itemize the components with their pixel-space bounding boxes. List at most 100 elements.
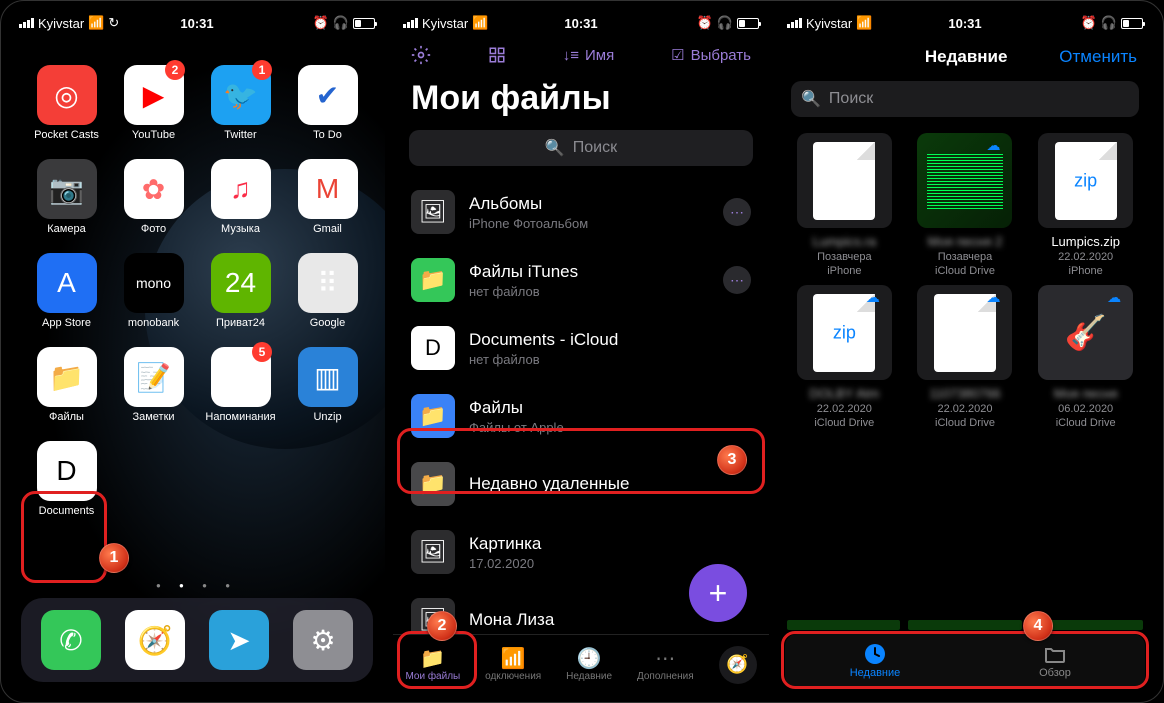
file-thumbnail: zip☁ <box>797 285 892 380</box>
app-напоминания[interactable]: ☰5Напоминания <box>203 347 278 423</box>
app-twitter[interactable]: 🐦1Twitter <box>203 65 278 141</box>
file-item-4[interactable]: ☁110738076622.02.2020iCloud Drive <box>908 285 1023 429</box>
file-item-1[interactable]: ☁Моя песня 2ПозавчераiCloud Drive <box>908 133 1023 277</box>
file-title: Documents - iCloud <box>469 330 751 350</box>
app-файлы[interactable]: 📁Файлы <box>29 347 104 423</box>
app-label: YouTube <box>132 129 175 141</box>
carrier-label: Kyivstar <box>422 16 468 31</box>
app-музыка[interactable]: ♫Музыка <box>203 159 278 235</box>
sort-button[interactable]: ↓≡ Имя <box>563 47 614 64</box>
app-icon: ✔ <box>298 65 358 125</box>
app-label: Камера <box>47 223 85 235</box>
file-thumbnail <box>797 133 892 228</box>
dock-phone[interactable]: ✆ <box>41 610 101 670</box>
file-date: Позавчера <box>817 251 872 263</box>
app-приват24[interactable]: 24Приват24 <box>203 253 278 329</box>
battery-icon <box>353 18 375 29</box>
file-item-5[interactable]: 🎸☁Моя песня06.02.2020iCloud Drive <box>1028 285 1143 429</box>
dock-telegram[interactable]: ➤ <box>209 610 269 670</box>
app-label: Файлы <box>49 411 84 423</box>
tab-одключения[interactable]: 📶одключения <box>485 647 541 682</box>
file-name: 1107380766 <box>929 386 1000 401</box>
view-mode-button[interactable] <box>488 46 506 64</box>
folder-icon: 📁 <box>411 394 455 438</box>
file-item-3[interactable]: zip☁DOLBY Atm22.02.2020iCloud Drive <box>787 285 902 429</box>
file-title: Файлы iTunes <box>469 262 709 282</box>
file-row-0[interactable]: 🖼АльбомыiPhone Фотоальбом⋯ <box>393 178 769 246</box>
app-icon: A <box>37 253 97 313</box>
tab-Дополнения[interactable]: ⋯ Дополнения <box>637 647 694 682</box>
file-name: Моя песня <box>1054 386 1118 401</box>
settings-button[interactable] <box>411 45 431 65</box>
file-thumbnail: 🎸☁ <box>1038 285 1133 380</box>
file-grid: Lumpics.raПозавчераiPhone ☁ Моя песня 2 Поз… <box>777 127 1153 435</box>
tab-bar: 📁Мои файлы 📶одключения 🕘Недавние ⋯ Дополнени… <box>393 634 769 694</box>
wifi-icon: 📶 <box>88 15 104 31</box>
phone-documents-app: Kyivstar 📶 10:31 ⏰ 🎧 ↓≡ Имя ☑ Выбрать Мо… <box>393 9 769 694</box>
file-item-2[interactable]: zipLumpics.zip22.02.2020iPhone <box>1028 133 1143 277</box>
tab-icon: ⋯ <box>655 647 675 669</box>
app-gmail[interactable]: MGmail <box>290 159 365 235</box>
file-name: Lumpics.zip <box>1051 234 1120 249</box>
app-to do[interactable]: ✔ To Do <box>290 65 365 141</box>
dock-safari[interactable]: 🧭 <box>125 610 185 670</box>
cloud-icon: ☁ <box>986 289 1008 305</box>
file-name: Моя песня 2 <box>928 234 1003 249</box>
picker-title: Недавние <box>925 47 1008 67</box>
browser-button[interactable]: 🧭 <box>719 646 757 684</box>
file-row-3[interactable]: 📁ФайлыФайлы от Apple <box>393 382 769 450</box>
battery-icon <box>1121 18 1143 29</box>
more-button[interactable]: ⋯ <box>723 198 751 226</box>
app-label: Музыка <box>221 223 260 235</box>
clock: 10:31 <box>564 16 597 31</box>
tab-Недавние[interactable]: Недавние <box>785 643 965 679</box>
dock-settings[interactable]: ⚙ <box>293 610 353 670</box>
badge: 2 <box>165 60 185 80</box>
select-button[interactable]: ☑ Выбрать <box>671 46 751 64</box>
file-item-0[interactable]: Lumpics.raПозавчераiPhone <box>787 133 902 277</box>
more-button[interactable]: ⋯ <box>723 266 751 294</box>
app-unzip[interactable]: ▥Unzip <box>290 347 365 423</box>
badge: 1 <box>252 60 272 80</box>
tab-Недавние[interactable]: 🕘Недавние <box>566 647 612 682</box>
marker-2: 2 <box>427 611 457 641</box>
app-icon: ◎ <box>37 65 97 125</box>
app-фото[interactable]: ✿Фото <box>116 159 191 235</box>
app-label: To Do <box>313 129 342 141</box>
status-bar: Kyivstar 📶 ↻ 10:31 ⏰ 🎧 <box>9 9 385 37</box>
search-icon: 🔍 <box>801 89 821 109</box>
app-monobank[interactable]: monomonobank <box>116 253 191 329</box>
app-documents[interactable]: DDocuments <box>29 441 104 517</box>
battery-icon <box>737 18 759 29</box>
tab-Мои файлы[interactable]: 📁Мои файлы <box>405 647 460 682</box>
alarm-icon: ⏰ <box>313 15 329 31</box>
file-location: iCloud Drive <box>935 265 995 277</box>
app-youtube[interactable]: ▶2YouTube <box>116 65 191 141</box>
app-камера[interactable]: 📷Камера <box>29 159 104 235</box>
app-google[interactable]: ⠿Google <box>290 253 365 329</box>
page-dots[interactable]: ● ● ● ● <box>9 581 385 590</box>
search-input[interactable]: 🔍 Поиск <box>791 81 1139 117</box>
app-заметки[interactable]: 📝Заметки <box>116 347 191 423</box>
tab-Обзор[interactable]: Обзор <box>965 643 1145 679</box>
app-pocket casts[interactable]: ◎Pocket Casts <box>29 65 104 141</box>
file-row-1[interactable]: 📁Файлы iTunesнет файлов⋯ <box>393 246 769 314</box>
app-icon: 24 <box>211 253 271 313</box>
file-title: Файлы <box>469 398 751 418</box>
app-app store[interactable]: AApp Store <box>29 253 104 329</box>
wifi-icon: 📶 <box>472 15 488 31</box>
app-icon: D <box>37 441 97 501</box>
file-row-4[interactable]: 📁Недавно удаленные <box>393 450 769 518</box>
app-icon: M <box>298 159 358 219</box>
cancel-button[interactable]: Отменить <box>1059 47 1137 67</box>
file-date: Позавчера <box>938 251 993 263</box>
search-icon: 🔍 <box>545 138 565 158</box>
file-location: iCloud Drive <box>935 417 995 429</box>
search-input[interactable]: 🔍 Поиск <box>409 130 753 166</box>
file-row-2[interactable]: DDocuments - iCloudнет файлов <box>393 314 769 382</box>
app-label: Unzip <box>313 411 341 423</box>
tab-label: Дополнения <box>637 671 694 682</box>
tab-label: одключения <box>485 671 541 682</box>
app-label: Google <box>310 317 345 329</box>
add-button[interactable]: + <box>689 564 747 622</box>
